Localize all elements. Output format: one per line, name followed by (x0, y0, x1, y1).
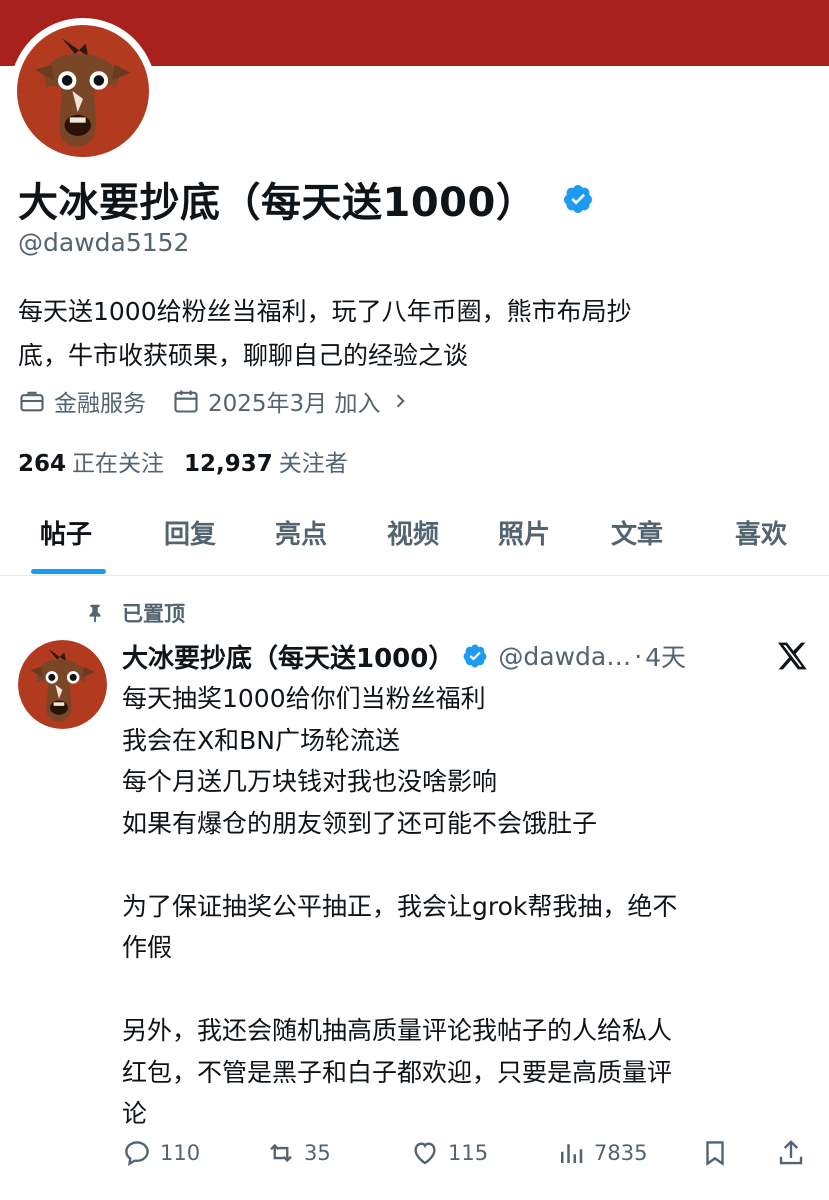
post-author-name[interactable]: 大冰要抄底（每天送1000） (122, 638, 454, 675)
profile-bio: 每天送1000给粉丝当福利，玩了八年币圈，熊市布局抄 底，牛市收获硕果，聊聊自己… (18, 290, 808, 378)
post-text-line: 每个月送几万块钱对我也没啥影响 (122, 767, 498, 796)
post-text-line: 如果有爆仓的朋友领到了还可能不会饿肚子 (122, 808, 598, 838)
post-text-line: 作假 (122, 933, 173, 962)
tab-videos[interactable]: 视频 (387, 514, 439, 551)
post-author-handle[interactable]: @dawda… (498, 642, 631, 671)
profile-category-label: 金融服务 (54, 391, 146, 417)
tab-photos[interactable]: 照片 (498, 514, 550, 551)
pin-icon (89, 604, 101, 623)
profile-joined[interactable]: 2025年3月 加入 (172, 384, 410, 418)
repost-button[interactable]: 35 (266, 1138, 331, 1168)
profile-meta: 金融服务 2025年3月 加入 (18, 384, 436, 418)
following-label: 正在关注 (72, 451, 165, 477)
share-button[interactable] (776, 1138, 814, 1168)
post-text-line: 每天抽奖1000给你们当粉丝福利 (122, 684, 486, 713)
views-icon (561, 1144, 583, 1163)
profile-tabs: 帖子 回复 亮点 视频 照片 文章 喜欢 (0, 500, 829, 576)
post-text-line (122, 969, 812, 1011)
reply-count: 110 (160, 1141, 201, 1165)
post-text-line: 为了保证抽奖公平抽正，我会让grok帮我抽，绝不 (122, 891, 678, 921)
post-body: 每天抽奖1000给你们当粉丝福利 我会在X和BN广场轮流送 每个月送几万块钱对我… (122, 678, 812, 1135)
horse-avatar-image (18, 640, 107, 729)
views-count: 7835 (594, 1141, 648, 1165)
reply-button[interactable]: 110 (122, 1138, 200, 1168)
post-timestamp[interactable]: 4天 (645, 638, 686, 674)
verified-badge-icon[interactable] (562, 183, 594, 215)
chevron-right-icon (397, 394, 406, 408)
tab-articles[interactable]: 文章 (611, 514, 663, 551)
profile-display-name-row: 大冰要抄底（每天送1000） (18, 170, 594, 228)
repost-icon (270, 1143, 292, 1163)
profile-joined-label: 2025年3月 加入 (208, 391, 381, 417)
briefcase-icon (20, 391, 44, 412)
repost-count: 35 (304, 1141, 331, 1165)
like-icon (414, 1142, 436, 1165)
post-author-avatar[interactable] (18, 640, 107, 729)
pinned-label: 已置顶 (122, 602, 185, 626)
followers-count: 12,937 (184, 451, 273, 477)
following-link[interactable]: 264 正在关注 (18, 444, 164, 478)
profile-handle: @dawda5152 (18, 228, 190, 257)
bookmark-button[interactable] (700, 1138, 738, 1168)
post-text-line: 论 (122, 1099, 148, 1128)
post-text-line: 红包，不管是黑子和白子都欢迎，只要是高质量评 (122, 1057, 673, 1087)
x-logo-icon[interactable] (776, 640, 808, 672)
post-header: 大冰要抄底（每天送1000） @dawda… · 4天 (122, 636, 822, 676)
tab-replies[interactable]: 回复 (164, 514, 216, 551)
tab-likes[interactable]: 喜欢 (735, 514, 787, 551)
post-separator-dot: · (634, 641, 643, 671)
post-actions: 110 35 115 7835 (0, 1138, 829, 1180)
verified-badge-icon[interactable] (462, 643, 488, 669)
followers-link[interactable]: 12,937 关注者 (184, 444, 348, 478)
following-count: 264 (18, 451, 67, 477)
horse-avatar-image (17, 25, 149, 157)
tab-highlights[interactable]: 亮点 (275, 514, 327, 551)
active-tab-indicator (31, 569, 106, 574)
bio-line: 每天送1000给粉丝当福利，玩了八年币圈，熊市布局抄 (18, 297, 632, 326)
reply-icon (125, 1141, 149, 1166)
pinned-label-row: 已置顶 (84, 598, 185, 628)
like-count: 115 (448, 1141, 489, 1165)
bookmark-icon (706, 1141, 724, 1166)
profile-display-name: 大冰要抄底（每天送1000） (18, 180, 537, 226)
calendar-icon (174, 390, 198, 413)
profile-category: 金融服务 (18, 384, 146, 418)
bio-line: 底，牛市收获硕果，聊聊自己的经验之谈 (18, 341, 469, 370)
post-text-line: 另外，我还会随机抽高质量评论我帖子的人给私人 (122, 1016, 673, 1045)
share-icon (779, 1140, 803, 1165)
tab-posts[interactable]: 帖子 (40, 514, 92, 551)
like-button[interactable]: 115 (410, 1138, 488, 1168)
views-button[interactable]: 7835 (556, 1138, 647, 1168)
profile-stats: 264 正在关注 12,937 关注者 (18, 444, 368, 478)
profile-avatar[interactable] (10, 18, 156, 164)
post-text-line (122, 844, 812, 886)
followers-label: 关注者 (278, 451, 348, 477)
post-text-line: 我会在X和BN广场轮流送 (122, 725, 400, 755)
